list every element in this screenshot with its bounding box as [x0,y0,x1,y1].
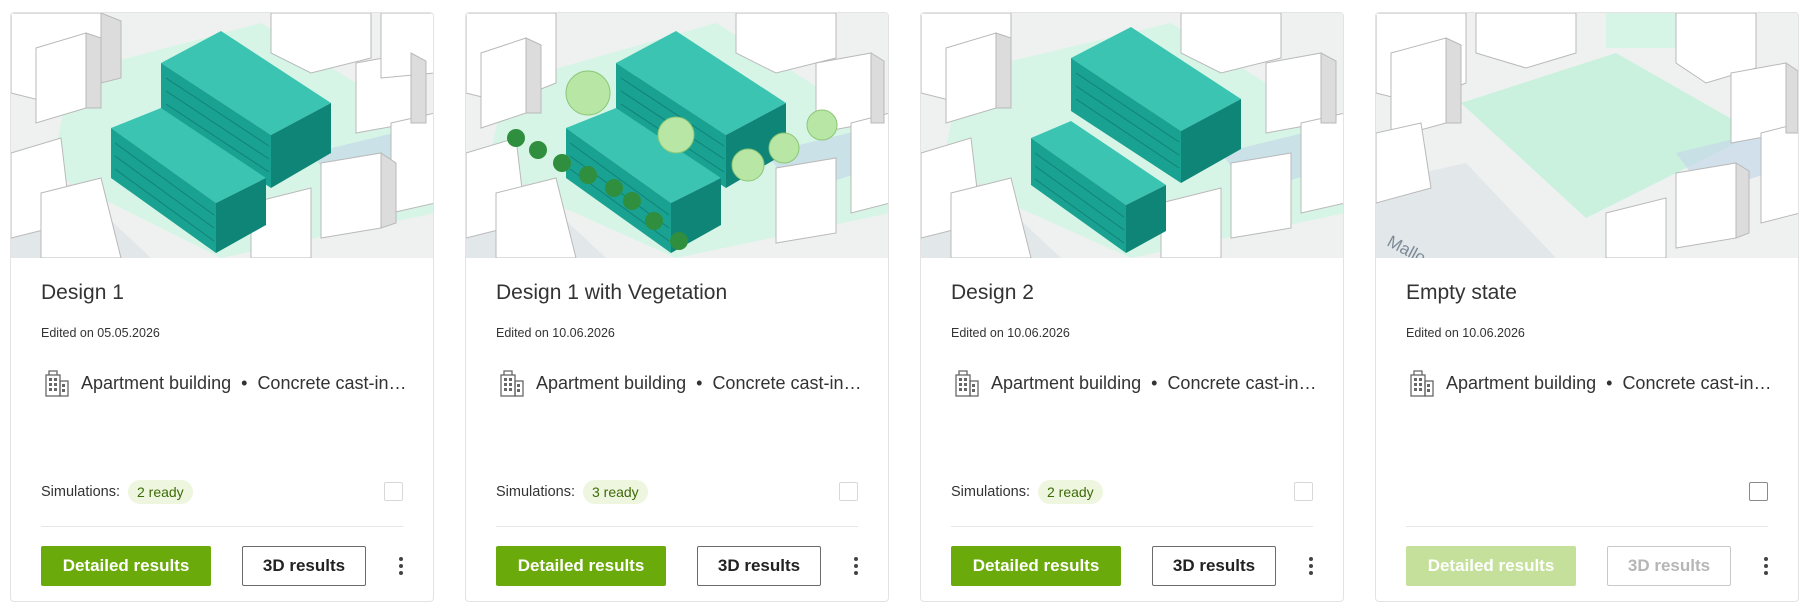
building-info: Apartment building • Concrete cast-in… [496,365,864,401]
construction-type: Concrete cast-in… [1622,372,1772,393]
building-type: Apartment building [991,372,1142,393]
simulations-ready-badge: 2 ready [127,480,193,504]
apartment-building-icon [45,370,69,397]
construction-type: Concrete cast-in… [712,372,862,393]
divider [496,526,858,527]
design-title: Design 1 with Vegetation [496,281,728,304]
design-card[interactable]: Design 2 Edited on 10.06.2026 Apartment … [920,12,1344,602]
separator-dot: • [1151,372,1158,393]
compare-checkbox[interactable] [1294,482,1313,501]
3d-results-button[interactable]: 3D results [242,546,366,586]
more-options-icon[interactable] [391,553,411,579]
more-options-icon[interactable] [1756,553,1776,579]
separator-dot: • [241,372,248,393]
design-card-list: Design 1 Edited on 05.05.2026 Apartment … [0,0,1814,610]
construction-type: Concrete cast-in… [257,372,407,393]
compare-checkbox[interactable] [839,482,858,501]
separator-dot: • [1606,372,1613,393]
design-title: Design 1 [41,281,124,304]
design-title: Design 2 [951,281,1034,304]
design-thumbnail[interactable] [921,13,1343,258]
more-options-icon[interactable] [846,553,866,579]
edited-date: Edited on 10.06.2026 [951,326,1070,340]
simulations-label: Simulations: [951,484,1030,500]
divider [41,526,403,527]
building-type: Apartment building [536,372,687,393]
divider [1406,526,1768,527]
detailed-results-button[interactable]: Detailed results [951,546,1121,586]
simulations-label: Simulations: [41,484,120,500]
building-info: Apartment building • Concrete cast-in… [951,365,1319,401]
detailed-results-button[interactable]: Detailed results [496,546,666,586]
apartment-building-icon [500,370,524,397]
compare-checkbox[interactable] [1749,482,1768,501]
simulations-status: Simulations: 2 ready [951,478,1103,506]
building-info: Apartment building • Concrete cast-in… [41,365,409,401]
edited-date: Edited on 10.06.2026 [496,326,615,340]
design-thumbnail[interactable]: Mallo [1376,13,1798,258]
design-thumbnail[interactable] [466,13,888,258]
divider [951,526,1313,527]
simulations-status: Simulations: 2 ready [41,478,193,506]
design-card[interactable]: Design 1 Edited on 05.05.2026 Apartment … [10,12,434,602]
edited-date: Edited on 05.05.2026 [41,326,160,340]
simulations-label: Simulations: [496,484,575,500]
design-card[interactable]: Mallo Empty state Edited on 10.06.2026 A… [1375,12,1799,602]
apartment-building-icon [955,370,979,397]
design-card[interactable]: Design 1 with Vegetation Edited on 10.06… [465,12,889,602]
more-options-icon[interactable] [1301,553,1321,579]
design-thumbnail[interactable] [11,13,433,258]
building-type: Apartment building [1446,372,1597,393]
simulations-status: Simulations: 3 ready [496,478,648,506]
3d-results-button[interactable]: 3D results [1152,546,1276,586]
detailed-results-button[interactable]: Detailed results [41,546,211,586]
edited-date: Edited on 10.06.2026 [1406,326,1525,340]
3d-results-button[interactable]: 3D results [697,546,821,586]
simulations-ready-badge: 3 ready [582,480,648,504]
detailed-results-button[interactable]: Detailed results [1406,546,1576,586]
compare-checkbox[interactable] [384,482,403,501]
building-info: Apartment building • Concrete cast-in… [1406,365,1774,401]
simulations-ready-badge: 2 ready [1037,480,1103,504]
3d-results-button[interactable]: 3D results [1607,546,1731,586]
apartment-building-icon [1410,370,1434,397]
separator-dot: • [696,372,703,393]
building-type: Apartment building [81,372,232,393]
construction-type: Concrete cast-in… [1167,372,1317,393]
design-title: Empty state [1406,281,1517,304]
